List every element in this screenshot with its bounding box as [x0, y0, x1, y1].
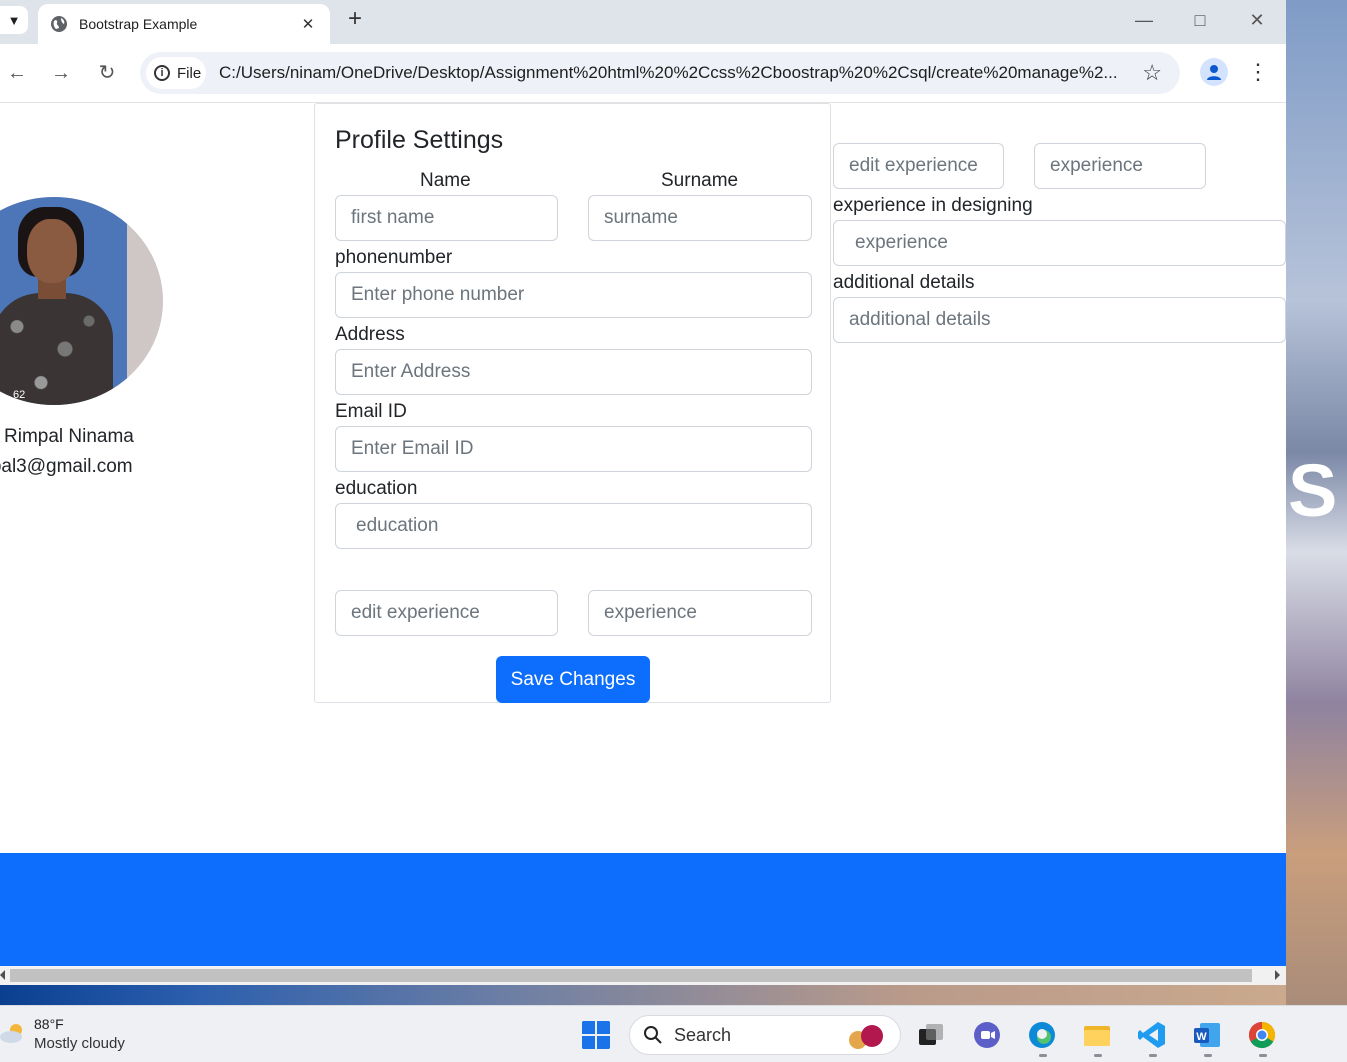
wallpaper-graphic: S: [1288, 458, 1338, 524]
first-name-input[interactable]: [335, 195, 558, 241]
back-arrow-icon[interactable]: ←: [3, 59, 31, 87]
scrollbar-thumb[interactable]: [10, 969, 1252, 982]
education-label: education: [335, 478, 418, 499]
vscode-icon[interactable]: [1137, 1020, 1167, 1050]
name-label: Name: [420, 170, 471, 191]
edge-browser-icon[interactable]: [1027, 1020, 1057, 1050]
profile-settings-card: Profile Settings Name Surname phonenumbe…: [314, 103, 831, 703]
photo-stamp: 62: [13, 389, 26, 401]
designing-experience-input[interactable]: [833, 220, 1286, 266]
designing-label: experience in designing: [833, 195, 1033, 216]
horizontal-scrollbar[interactable]: [0, 966, 1286, 985]
cloudy-weather-icon: [0, 1024, 22, 1043]
phone-label: phonenumber: [335, 247, 453, 268]
globe-icon: [51, 16, 67, 32]
windows-start-icon[interactable]: [581, 1020, 611, 1050]
email-label: Email ID: [335, 401, 407, 422]
save-changes-button[interactable]: Save Changes: [496, 656, 650, 703]
file-explorer-icon[interactable]: [1082, 1020, 1112, 1050]
profile-email: mpal3@gmail.com: [0, 456, 133, 477]
email-input[interactable]: [335, 426, 812, 472]
address-label: Address: [335, 324, 405, 345]
additional-details-label: additional details: [833, 272, 975, 293]
browser-toolbar: ← → ↻ i File C:/Users/ninam/OneDrive/Des…: [0, 44, 1286, 103]
phone-input[interactable]: [335, 272, 812, 318]
running-indicator: [1259, 1054, 1267, 1057]
running-indicator: [1039, 1054, 1047, 1057]
profile-avatar-button[interactable]: [1200, 58, 1228, 86]
bookmark-star-icon[interactable]: ☆: [1142, 60, 1162, 86]
site-info-chip[interactable]: i File: [146, 57, 206, 89]
window-close-button[interactable]: ✕: [1237, 6, 1277, 34]
education-input[interactable]: [335, 503, 812, 549]
desktop-wallpaper-strip: [0, 985, 1286, 1005]
surname-label: Surname: [661, 170, 739, 191]
weather-temperature[interactable]: 88°F: [34, 1016, 64, 1032]
profile-photo: 62: [0, 197, 163, 405]
task-view-icon[interactable]: [916, 1020, 946, 1050]
experience-panel: experience in designing additional detai…: [833, 103, 1286, 403]
weather-condition[interactable]: Mostly cloudy: [34, 1035, 125, 1052]
taskbar-search[interactable]: Search: [629, 1015, 901, 1055]
taskbar: 88°F Mostly cloudy Search W: [0, 1005, 1347, 1062]
tab-bootstrap-example[interactable]: Bootstrap Example ✕: [38, 4, 330, 44]
experience-input[interactable]: [588, 590, 812, 636]
footer-bar: [0, 853, 1286, 966]
minimize-button[interactable]: —: [1124, 6, 1164, 34]
search-highlight-icon: [849, 1025, 883, 1049]
more-menu-icon[interactable]: ⋮: [1246, 58, 1270, 86]
address-input[interactable]: [335, 349, 812, 395]
tab-search-button[interactable]: ▼: [0, 6, 28, 34]
info-icon: i: [154, 65, 170, 81]
profile-name: Rimpal Ninama: [4, 426, 134, 447]
reload-icon[interactable]: ↻: [93, 59, 121, 87]
experience-input-right[interactable]: [1034, 143, 1206, 189]
forward-arrow-icon[interactable]: →: [47, 59, 75, 87]
scroll-left-arrow-icon[interactable]: [0, 970, 5, 980]
tab-bar: ▼ Bootstrap Example ✕ + — □ ✕: [0, 0, 1286, 44]
search-label: Search: [674, 1025, 732, 1045]
search-icon: [644, 1026, 662, 1044]
surname-input[interactable]: [588, 195, 812, 241]
running-indicator: [1204, 1054, 1212, 1057]
page-title: Profile Settings: [335, 126, 504, 154]
person-icon: [1207, 65, 1221, 80]
edit-experience-input-right[interactable]: [833, 143, 1004, 189]
running-indicator: [1149, 1054, 1157, 1057]
additional-details-input[interactable]: [833, 297, 1286, 343]
scroll-right-arrow-icon[interactable]: [1275, 970, 1280, 980]
chrome-icon[interactable]: [1247, 1020, 1277, 1050]
browser-window: ▼ Bootstrap Example ✕ + — □ ✕ ← → ↻ i Fi…: [0, 0, 1286, 985]
url-text[interactable]: C:/Users/ninam/OneDrive/Desktop/Assignme…: [219, 52, 1129, 94]
file-label: File: [177, 64, 202, 82]
running-indicator: [1094, 1054, 1102, 1057]
tab-title: Bootstrap Example: [79, 16, 198, 32]
word-icon[interactable]: W: [1192, 1020, 1222, 1050]
new-tab-button[interactable]: +: [343, 6, 367, 34]
teams-chat-icon[interactable]: [972, 1020, 1002, 1050]
close-tab-icon[interactable]: ✕: [298, 15, 318, 33]
edit-experience-input[interactable]: [335, 590, 558, 636]
maximize-button[interactable]: □: [1180, 6, 1220, 34]
svg-text:W: W: [1196, 1031, 1207, 1043]
address-bar[interactable]: i File C:/Users/ninam/OneDrive/Desktop/A…: [140, 52, 1180, 94]
page-content: 62 Rimpal Ninama mpal3@gmail.com Profile…: [0, 103, 1286, 966]
chevron-down-icon: ▼: [7, 12, 21, 28]
